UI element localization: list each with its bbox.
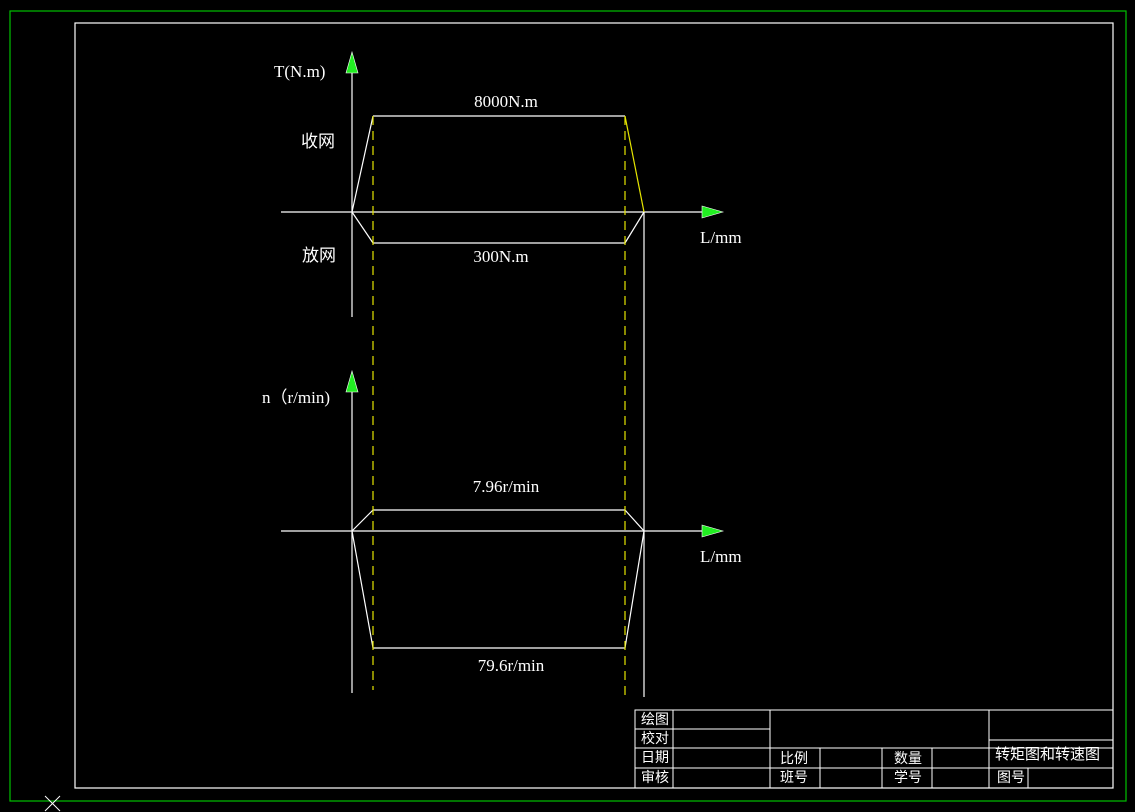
speed-upper-ramp-right <box>624 509 645 532</box>
torque-upper-value-label: 8000N.m <box>474 92 538 111</box>
title-block-drawn-by: 绘图 <box>641 712 669 728</box>
speed-y-axis-label: n（r/min) <box>262 388 330 407</box>
torque-upper-region-label: 收网 <box>301 132 335 152</box>
torque-upper-ramp-left <box>351 115 374 213</box>
speed-y-arrow-icon <box>345 369 359 393</box>
title-block-scale: 比例 <box>780 751 808 767</box>
title-block-student-no: 学号 <box>894 770 922 786</box>
speed-x-arrow-icon <box>701 524 725 538</box>
torque-y-arrow-icon <box>345 50 359 74</box>
title-block-approved-by: 审核 <box>641 770 669 786</box>
speed-upper-value-label: 7.96r/min <box>473 477 540 496</box>
title-block-drawing-no: 图号 <box>997 770 1025 786</box>
torque-lower-ramp-left <box>351 211 374 244</box>
speed-lower-ramp-right <box>624 530 645 649</box>
drawing-canvas: T(N.m) L/mm 8000N.m 300N.m 收网 放网 n（r/min… <box>9 10 1127 812</box>
outer-frame <box>9 10 1127 802</box>
ucs-icon <box>44 795 61 812</box>
title-block-quantity: 数量 <box>894 751 922 767</box>
speed-lower-ramp-left <box>351 530 374 649</box>
torque-lower-ramp-right <box>624 211 645 244</box>
inner-frame <box>74 22 1114 789</box>
speed-chart: n（r/min) L/mm 7.96r/min 79.6r/min <box>262 369 742 693</box>
title-block-checked-by: 校对 <box>641 730 669 747</box>
title-block-drawing-title: 转矩图和转速图 <box>995 745 1100 763</box>
speed-upper-ramp-left <box>351 509 374 532</box>
torque-x-arrow-icon <box>701 205 725 219</box>
speed-lower-value-label: 79.6r/min <box>478 656 545 675</box>
torque-lower-value-label: 300N.m <box>473 247 528 266</box>
torque-upper-ramp-right <box>624 115 645 213</box>
speed-x-axis-label: L/mm <box>700 547 742 566</box>
title-block-date: 日期 <box>641 750 669 766</box>
torque-lower-region-label: 放网 <box>302 246 336 266</box>
torque-y-axis-label: T(N.m) <box>274 62 325 81</box>
torque-chart: T(N.m) L/mm 8000N.m 300N.m 收网 放网 <box>274 50 742 317</box>
torque-x-axis-label: L/mm <box>700 228 742 247</box>
title-block-class-no: 班号 <box>780 770 808 786</box>
